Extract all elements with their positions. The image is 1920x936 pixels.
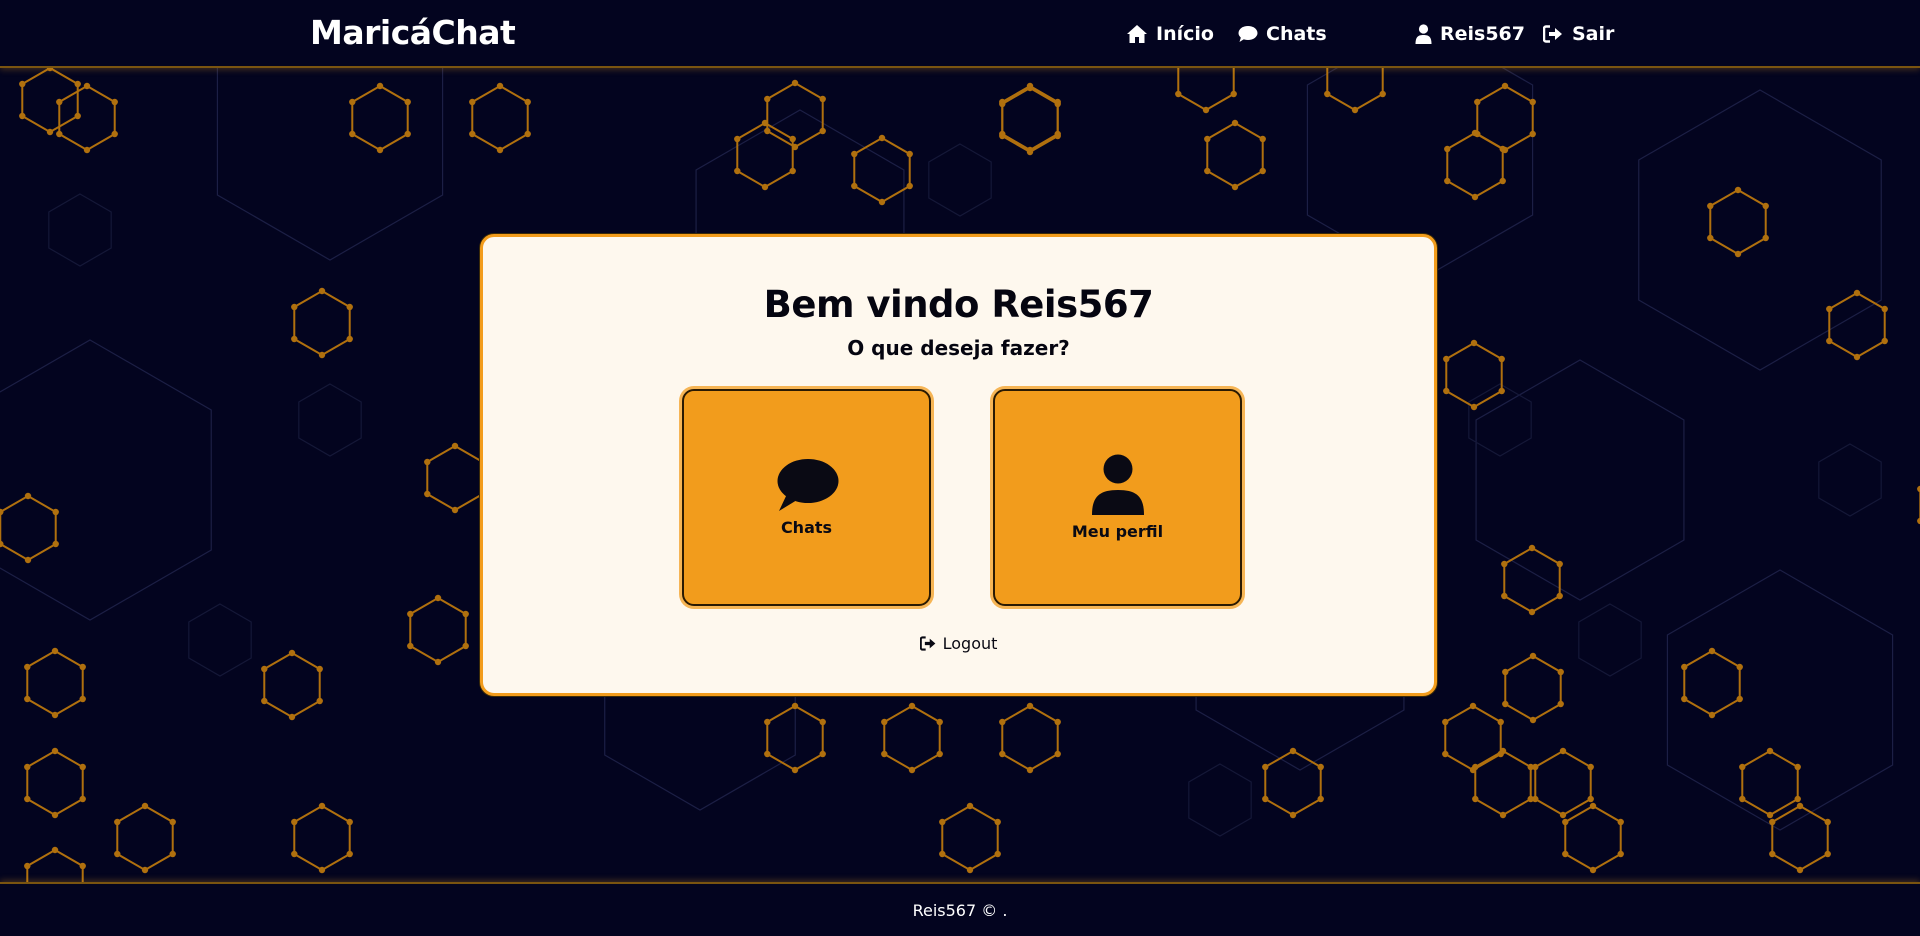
user-icon <box>1091 454 1144 515</box>
profile-tile-label: Meu perfil <box>1071 522 1164 541</box>
user-icon <box>1415 24 1432 44</box>
nav-username: Reis567 <box>1440 23 1525 45</box>
footer-copyright: Reis567 © . <box>912 900 1008 920</box>
nav-sair[interactable]: Sair <box>1543 21 1614 47</box>
speech-bubble-icon <box>1238 26 1258 42</box>
logout-link[interactable]: Logout <box>483 634 1434 653</box>
page-title: Bem vindo Reis567 <box>763 283 1154 326</box>
welcome-card: Bem vindo Reis567 O que deseja fazer? Ch… <box>480 234 1437 696</box>
profile-tile-button[interactable]: Meu perfil <box>993 389 1242 606</box>
navbar: MaricáChat Início Chats Reis567 Sair <box>0 0 1920 68</box>
home-icon <box>1127 25 1147 43</box>
speech-bubble-icon <box>777 459 838 511</box>
chats-tile-button[interactable]: Chats <box>682 389 931 606</box>
nav-sair-label: Sair <box>1572 23 1615 45</box>
nav-chats-label: Chats <box>1266 23 1327 45</box>
nav-chats[interactable]: Chats <box>1238 21 1327 47</box>
page-subtitle: O que deseja fazer? <box>847 336 1070 360</box>
nav-inicio-label: Início <box>1156 23 1214 45</box>
logout-label: Logout <box>942 634 998 653</box>
nav-profile[interactable]: Reis567 <box>1415 21 1525 47</box>
chats-tile-label: Chats <box>780 518 833 537</box>
brand-logo[interactable]: MaricáChat <box>310 13 516 52</box>
footer: Reis567 © . <box>0 882 1920 936</box>
nav-inicio[interactable]: Início <box>1126 21 1214 47</box>
sign-out-icon <box>919 636 935 651</box>
sign-out-icon <box>1543 25 1562 43</box>
